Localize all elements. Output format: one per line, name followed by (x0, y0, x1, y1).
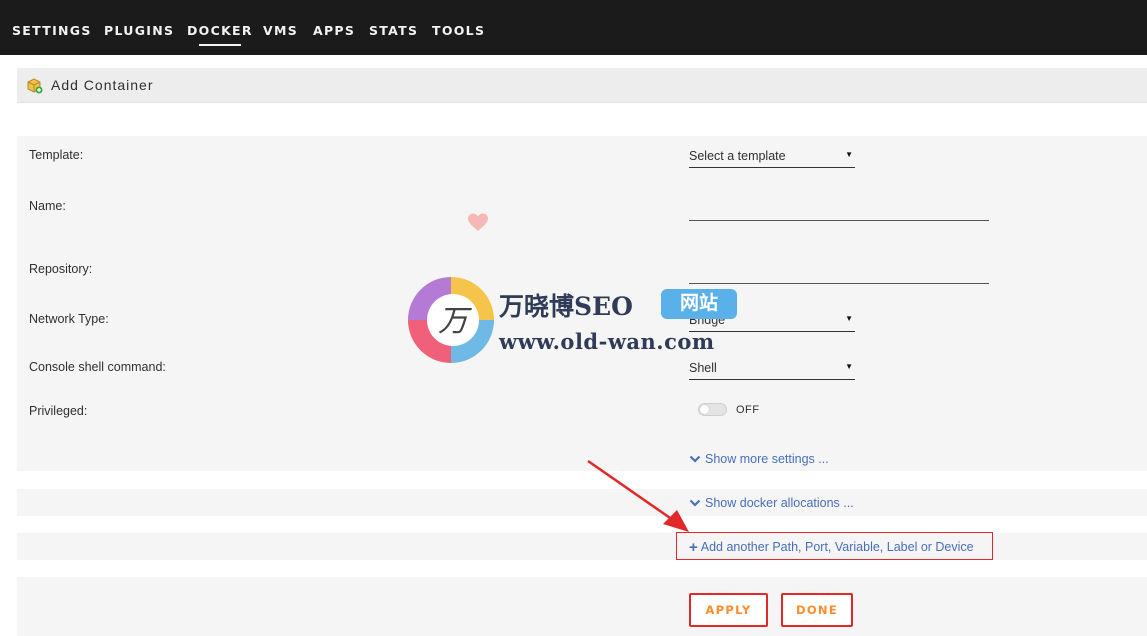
repository-input[interactable] (689, 262, 989, 284)
template-select[interactable]: Select a template ▼ (689, 147, 855, 168)
actions-panel (17, 577, 1147, 636)
network-type-label: Network Type: (29, 312, 109, 326)
nav-item-vms[interactable]: VMS (263, 23, 298, 38)
caret-down-icon: ▼ (845, 314, 853, 323)
network-type-select[interactable]: Bridge ▼ (689, 311, 855, 332)
template-select-value: Select a template (689, 149, 786, 163)
show-more-settings-link[interactable]: Show more settings ... (689, 452, 829, 466)
show-docker-allocations-label: Show docker allocations ... (705, 496, 854, 510)
console-shell-select[interactable]: Shell ▼ (689, 359, 855, 380)
name-label: Name: (29, 199, 66, 213)
caret-down-icon: ▼ (845, 362, 853, 371)
add-another-config-link[interactable]: + Add another Path, Port, Variable, Label… (689, 539, 974, 556)
plus-icon: + (689, 539, 698, 556)
nav-item-tools[interactable]: TOOLS (432, 23, 485, 38)
network-type-select-value: Bridge (689, 313, 726, 327)
top-navigation-bar: SETTINGS PLUGINS DOCKER VMS APPS STATS T… (0, 0, 1147, 55)
page-title-bar: Add Container (17, 68, 1147, 103)
apply-button[interactable]: APPLY (689, 593, 768, 627)
name-input[interactable] (689, 199, 989, 221)
nav-item-settings[interactable]: SETTINGS (12, 23, 92, 38)
settings-panel (17, 136, 1147, 471)
docker-container-icon (27, 78, 43, 94)
nav-item-stats[interactable]: STATS (369, 23, 418, 38)
console-shell-label: Console shell command: (29, 360, 166, 374)
show-more-settings-label: Show more settings ... (705, 452, 829, 466)
page-title: Add Container (51, 77, 154, 93)
docker-allocations-panel (17, 489, 1147, 516)
caret-down-icon: ▼ (845, 150, 853, 159)
nav-item-apps[interactable]: APPS (313, 23, 355, 38)
chevron-down-icon (689, 455, 701, 463)
nav-item-docker[interactable]: DOCKER (187, 23, 253, 46)
done-button[interactable]: DONE (781, 593, 853, 627)
privileged-label: Privileged: (29, 404, 88, 418)
chevron-down-icon (689, 499, 701, 507)
privileged-toggle-state: OFF (736, 404, 760, 416)
template-label: Template: (29, 148, 84, 162)
toggle-knob (700, 405, 709, 414)
add-another-label: Add another Path, Port, Variable, Label … (700, 540, 974, 554)
console-shell-select-value: Shell (689, 361, 717, 375)
nav-item-plugins[interactable]: PLUGINS (104, 23, 174, 38)
privileged-toggle[interactable] (698, 403, 727, 416)
repository-label: Repository: (29, 262, 93, 276)
show-docker-allocations-link[interactable]: Show docker allocations ... (689, 496, 854, 510)
